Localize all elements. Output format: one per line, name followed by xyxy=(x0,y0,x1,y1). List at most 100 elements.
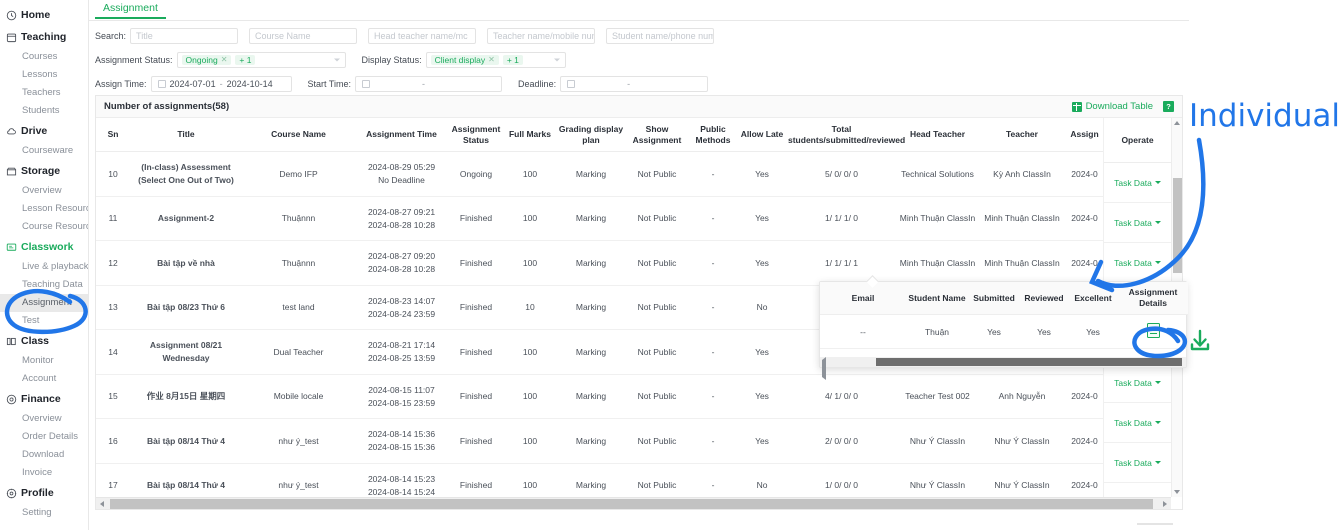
popup-scroll-thumb[interactable] xyxy=(876,358,1182,366)
col-title[interactable]: Title xyxy=(130,118,242,153)
task-data-button[interactable]: Task Data xyxy=(1114,258,1161,268)
sidebar-item-teaching-data[interactable]: Teaching Data xyxy=(0,276,88,294)
start-time-picker[interactable]: - xyxy=(355,76,503,92)
chevron-down-icon[interactable] xyxy=(553,58,560,62)
operate-cell[interactable]: Task Data xyxy=(1104,243,1171,283)
chevron-down-icon[interactable] xyxy=(1154,221,1161,224)
search-input-course-name[interactable]: Course Name xyxy=(249,28,358,44)
horizontal-scroll-thumb[interactable] xyxy=(110,499,1153,509)
col-full-marks[interactable]: Full Marks xyxy=(504,118,556,153)
sidebar-item-live-playback[interactable]: Live & playback xyxy=(0,258,88,276)
task-data-button[interactable]: Task Data xyxy=(1114,418,1161,428)
download-table-button[interactable]: Download Table xyxy=(1071,101,1153,112)
vertical-scroll-thumb[interactable] xyxy=(1173,178,1182,273)
col-assignment-status[interactable]: Assignment Status xyxy=(448,118,504,153)
sidebar-item-download[interactable]: Download xyxy=(0,446,88,464)
sidebar-item-account[interactable]: Account xyxy=(0,370,88,388)
sidebar-group-finance[interactable]: Finance xyxy=(0,388,88,410)
col-head-teacher[interactable]: Head Teacher xyxy=(897,118,978,153)
sidebar-item-monitor[interactable]: Monitor xyxy=(0,352,88,370)
operate-cell[interactable]: Task Data xyxy=(1104,443,1171,483)
popup-cell-details[interactable] xyxy=(1118,314,1188,350)
scroll-up-icon[interactable] xyxy=(1172,118,1182,128)
assignment-status-select[interactable]: Ongoing ✕ + 1 xyxy=(176,52,346,68)
sidebar-group-teaching[interactable]: Teaching xyxy=(0,26,88,48)
sidebar-item-courses[interactable]: Courses xyxy=(0,48,88,66)
sidebar-item-order-details[interactable]: Order Details xyxy=(0,428,88,446)
sidebar-item-assignment[interactable]: Assignment xyxy=(0,294,88,312)
table-row[interactable]: 11 Assignment-2 Thuậnnn 2024-08-27 09:21 202… xyxy=(96,196,1171,242)
table-row[interactable]: 12 Bài tập về nhà Thuậnnn 2024-08-27 09:20 2… xyxy=(96,240,1171,286)
search-input-title[interactable]: Title xyxy=(130,28,239,44)
sidebar-group-storage[interactable]: Storage xyxy=(0,160,88,182)
tab-assignment[interactable]: Assignment xyxy=(95,2,166,19)
popup-horizontal-scrollbar[interactable] xyxy=(820,356,1186,380)
search-input-teacher[interactable]: Teacher name/mobile nun xyxy=(487,28,596,44)
sidebar-item-setting[interactable]: Setting xyxy=(0,504,88,522)
cell-head-teacher: Minh Thuận ClassIn xyxy=(897,240,978,286)
sidebar-group-drive[interactable]: Drive xyxy=(0,120,88,142)
task-data-button[interactable]: Task Data xyxy=(1114,458,1161,468)
sidebar-group-profile[interactable]: Profile xyxy=(0,482,88,504)
display-status-select[interactable]: Client display ✕ + 1 xyxy=(425,52,566,68)
operate-cell[interactable]: Task Data xyxy=(1104,403,1171,443)
table-horizontal-scrollbar[interactable] xyxy=(96,497,1171,509)
sidebar-item-finance-overview[interactable]: Overview xyxy=(0,410,88,428)
search-input-head-teacher[interactable]: Head teacher name/mc xyxy=(368,28,477,44)
operate-cell[interactable]: Task Data xyxy=(1104,363,1171,403)
close-icon[interactable]: ✕ xyxy=(488,56,495,64)
assignment-details-icon[interactable] xyxy=(1146,323,1160,339)
sidebar-item-course-resource[interactable]: Course Resource xyxy=(0,218,88,236)
sidebar-item-storage-overview[interactable]: Overview xyxy=(0,182,88,200)
deadline-picker[interactable]: - xyxy=(560,76,709,92)
sidebar-group-class[interactable]: Class xyxy=(0,330,88,352)
table-row[interactable]: 15 作业 8月15日 星期四 Mobile locale 2024-08-15 11… xyxy=(96,374,1171,420)
sidebar-item-test[interactable]: Test xyxy=(0,312,88,330)
chevron-down-icon[interactable] xyxy=(1154,421,1161,424)
task-data-button[interactable]: Task Data xyxy=(1114,178,1161,188)
cell-grading-display-plan: Marking xyxy=(556,240,626,286)
sidebar-item-students[interactable]: Students xyxy=(0,102,88,120)
operate-cell[interactable]: Task Data xyxy=(1104,163,1171,203)
sidebar-item-courseware[interactable]: Courseware xyxy=(0,142,88,160)
task-data-button[interactable]: Task Data xyxy=(1114,378,1161,388)
scroll-down-icon[interactable] xyxy=(1172,487,1182,497)
chevron-down-icon[interactable] xyxy=(1154,181,1161,184)
search-input-student[interactable]: Student name/phone num xyxy=(606,28,715,44)
col-allow-late[interactable]: Allow Late xyxy=(738,118,786,153)
chevron-down-icon[interactable] xyxy=(1154,261,1161,264)
chevron-down-icon[interactable] xyxy=(1154,461,1161,464)
col-assign[interactable]: Assign xyxy=(1066,118,1103,153)
col-course-name[interactable]: Course Name xyxy=(242,118,355,153)
assign-time-range-picker[interactable]: 2024-07-01 - 2024-10-14 xyxy=(150,76,292,92)
task-data-button[interactable]: Task Data xyxy=(1114,218,1161,228)
col-assignment-time[interactable]: Assignment Time xyxy=(355,118,448,153)
assignment-status-tag[interactable]: Ongoing ✕ xyxy=(181,54,232,66)
download-icon[interactable] xyxy=(1185,325,1215,355)
sidebar-item-lesson-resource[interactable]: Lesson Resource xyxy=(0,200,88,218)
close-icon[interactable]: ✕ xyxy=(221,56,228,64)
col-show-assignment[interactable]: Show Assignment xyxy=(626,118,688,153)
col-grading-display-plan[interactable]: Grading display plan xyxy=(556,118,626,153)
chevron-down-icon[interactable] xyxy=(333,58,340,62)
sidebar-item-lessons[interactable]: Lessons xyxy=(0,66,88,84)
sidebar-item-teachers[interactable]: Teachers xyxy=(0,84,88,102)
help-icon[interactable]: ? xyxy=(1163,101,1174,112)
table-row[interactable]: 16 Bài tập 08/14 Thứ 4 như ý_test 2024-08-1… xyxy=(96,418,1171,464)
scroll-left-icon[interactable] xyxy=(822,356,826,380)
sidebar-item-invoice[interactable]: Invoice xyxy=(0,464,88,482)
col-teacher[interactable]: Teacher xyxy=(978,118,1066,153)
cell-course-name: Dual Teacher xyxy=(242,329,355,375)
col-public-methods[interactable]: Public Methods xyxy=(688,118,738,153)
col-totals[interactable]: Total students/submitted/reviewed xyxy=(786,118,905,153)
operate-cell[interactable]: Task Data xyxy=(1104,203,1171,243)
scroll-left-icon[interactable] xyxy=(96,498,108,510)
chevron-down-icon[interactable] xyxy=(1154,381,1161,384)
table-row[interactable]: 10 (In-class) Assessment (Select One Out … xyxy=(96,151,1171,197)
cell-assignment-status: Finished xyxy=(448,240,504,286)
sidebar-group-home[interactable]: Home xyxy=(0,4,88,26)
sidebar-group-classwork[interactable]: Classwork xyxy=(0,236,88,258)
display-status-tag[interactable]: Client display ✕ xyxy=(430,54,499,66)
scroll-right-icon[interactable] xyxy=(1159,498,1171,510)
col-sn[interactable]: Sn xyxy=(96,118,130,153)
